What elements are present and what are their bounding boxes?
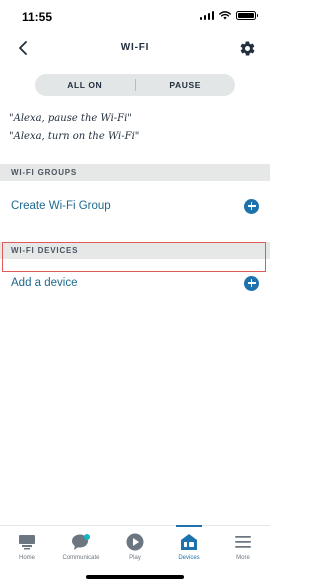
settings-button[interactable]: [236, 36, 258, 60]
pause-button[interactable]: PAUSE: [136, 74, 236, 96]
phrase-turn-on: "Alexa, turn on the Wi-Fi": [9, 131, 140, 142]
tab-home[interactable]: Home: [0, 526, 54, 585]
tab-home-label: Home: [18, 555, 35, 561]
menu-icon: [235, 536, 251, 548]
battery-icon: [236, 11, 258, 20]
home-icon: [19, 535, 35, 550]
chat-bubble-icon: [72, 534, 90, 550]
tab-devices-label: Devices: [178, 555, 200, 561]
gear-icon: [240, 40, 254, 56]
status-time: 11:55: [22, 10, 53, 24]
cellular-signal-icon: [199, 11, 214, 20]
wifi-icon: [219, 11, 231, 20]
tab-play-label: Play: [129, 555, 141, 561]
devices-icon: [181, 534, 197, 550]
wifi-groups-header: WI-FI GROUPS: [0, 164, 270, 181]
tab-more-label: More: [236, 555, 250, 561]
status-icons: [199, 11, 258, 20]
status-bar: 11:55: [0, 0, 270, 30]
page-title: WI-FI: [120, 42, 150, 53]
play-icon: [126, 533, 144, 551]
tab-more[interactable]: More: [216, 526, 270, 585]
create-wifi-group-row[interactable]: Create Wi-Fi Group: [0, 188, 270, 224]
create-wifi-group-label: Create Wi-Fi Group: [11, 200, 111, 212]
add-device-row[interactable]: Add a device: [0, 265, 270, 301]
tab-communicate-label: Communicate: [62, 555, 100, 561]
voice-phrases: "Alexa, pause the Wi-Fi" "Alexa, turn on…: [9, 110, 139, 146]
wifi-devices-header: WI-FI DEVICES: [0, 242, 270, 259]
all-on-button[interactable]: ALL ON: [35, 74, 135, 96]
plus-circle-icon[interactable]: [244, 198, 259, 214]
add-device-label: Add a device: [11, 277, 78, 289]
home-indicator[interactable]: [86, 575, 184, 579]
plus-circle-icon[interactable]: [244, 275, 259, 291]
phrase-pause: "Alexa, pause the Wi-Fi": [9, 113, 132, 124]
header: WI-FI: [0, 30, 270, 66]
wifi-segmented-control: ALL ON PAUSE: [35, 74, 235, 96]
